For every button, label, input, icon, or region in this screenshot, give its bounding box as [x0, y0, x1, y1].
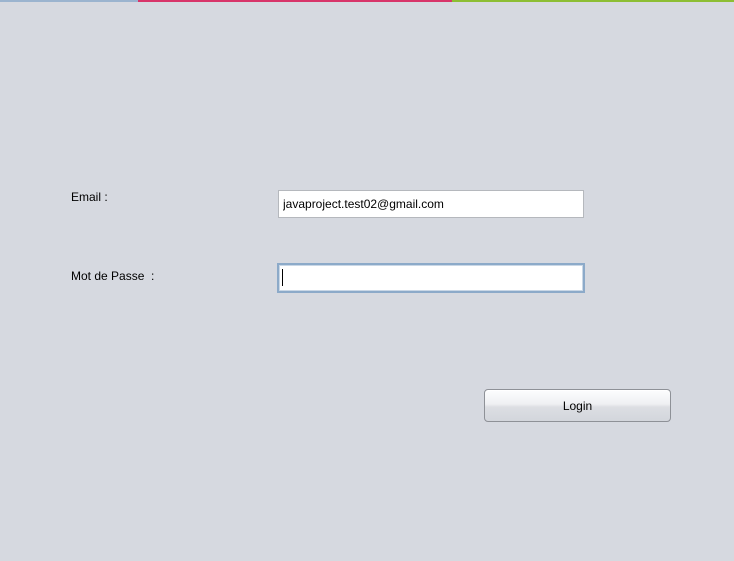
password-label: Mot de Passe :	[71, 269, 155, 283]
password-field[interactable]	[277, 263, 585, 293]
text-caret	[282, 269, 283, 286]
email-field[interactable]	[278, 190, 584, 218]
top-color-strip	[0, 0, 734, 2]
strip-segment-blue	[0, 0, 138, 2]
strip-segment-pink	[138, 0, 452, 2]
strip-segment-green	[452, 0, 734, 2]
login-button[interactable]: Login	[484, 389, 671, 422]
email-label: Email :	[71, 190, 108, 204]
